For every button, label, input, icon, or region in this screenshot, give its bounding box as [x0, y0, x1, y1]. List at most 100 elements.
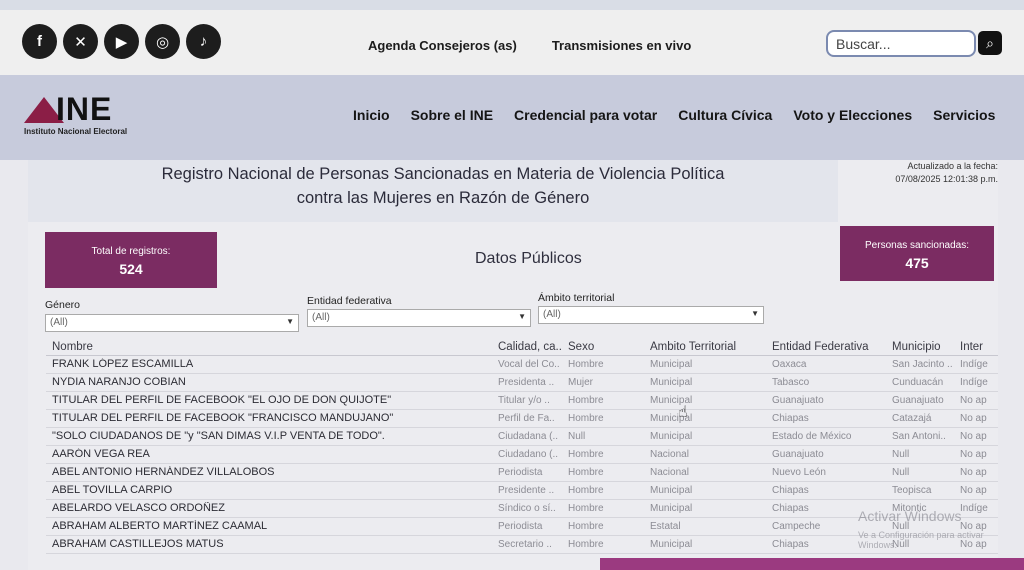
cell-nombre: ABEL TOVILLA CARPIO [52, 484, 173, 496]
cell-sexo: Hombre [568, 395, 604, 406]
ine-logo[interactable]: INE Instituto Nacional Electoral [22, 91, 167, 140]
state-filter-value: (All) [312, 312, 330, 323]
cell-calidad: Periodista [498, 467, 543, 478]
last-updated: Actualizado a la fecha: 07/08/2025 12:01… [858, 160, 998, 186]
cell-inter: No ap [960, 413, 987, 424]
utility-bar: f ✕ ▶ ◎ ♪ Agenda Consejeros (as) Transmision… [0, 0, 1024, 75]
cell-municipio: Teopisca [892, 485, 932, 496]
table-row[interactable]: ABEL ANTONIO HERNÁNDEZ VILLALOBOS Periodi… [46, 464, 998, 482]
logo-subtitle: Instituto Nacional Electoral [24, 127, 128, 136]
cell-municipio: Catazajá [892, 413, 932, 424]
cell-inter: Indíge [960, 503, 988, 514]
title-area: Registro Nacional de Personas Sancionada… [28, 160, 838, 222]
nav-inicio[interactable]: Inicio [353, 107, 390, 123]
cell-calidad: Ciudadana (.. [498, 431, 559, 442]
cell-nombre: "SOLO CIUDADANOS DE "y "SAN DIMAS V.I.P … [52, 430, 385, 442]
cell-ambito: Nacional [650, 467, 689, 478]
state-filter-label: Entidad federativa [307, 295, 392, 307]
col-entidad[interactable]: Entidad Federativa [772, 341, 888, 353]
cell-calidad: Secretario .. [498, 539, 552, 550]
youtube-icon[interactable]: ▶ [104, 24, 139, 59]
col-sexo[interactable]: Sexo [568, 341, 646, 353]
cell-inter: No ap [960, 449, 987, 460]
page-title-line-2: contra las Mujeres en Razón de Género [296, 189, 590, 207]
state-filter-select[interactable]: (All) ▼ [307, 309, 531, 327]
search-input[interactable]: Buscar... [826, 30, 976, 57]
tiktok-icon[interactable]: ♪ [186, 24, 221, 59]
total-records-label: Total de registros: [91, 246, 171, 257]
sanctioned-label: Personas sancionadas: [865, 240, 969, 251]
table-row[interactable]: ABRAHAM CASTILLEJOS MATUS Secretario .. Ho… [46, 536, 998, 554]
nav-voto-elecciones[interactable]: Voto y Elecciones [793, 107, 912, 123]
cell-sexo: Mujer [568, 377, 594, 388]
total-records-card: Total de registros: 524 [45, 232, 217, 288]
col-nombre[interactable]: Nombre [52, 341, 492, 353]
main-navigation: INE Instituto Nacional Electoral Inicio … [0, 75, 1024, 160]
page-title-line-1: Registro Nacional de Personas Sancionada… [161, 165, 725, 183]
cell-entidad: Oaxaca [772, 359, 807, 370]
table-row[interactable]: ABEL TOVILLA CARPIO Presidente .. Hombre Mu… [46, 482, 998, 500]
table-row[interactable]: ABELARDO VELASCO ORDOÑEZ Síndico o sí.. Ho… [46, 500, 998, 518]
records-table: Nombre Calidad, ca.. Sexo Ámbito Territo… [46, 335, 998, 554]
cell-inter: Indíge [960, 377, 988, 388]
cell-entidad: Nuevo León [772, 467, 826, 478]
table-row[interactable]: FRANK LÓPEZ ESCAMILLA Vocal del Co.. Hombr… [46, 356, 998, 374]
hand-cursor-icon: ☝ [678, 404, 688, 421]
cell-inter: No ap [960, 467, 987, 478]
cell-nombre: TITULAR DEL PERFIL DE FACEBOOK "FRANCISC… [52, 412, 394, 424]
bottom-band [600, 558, 1024, 570]
cell-nombre: ABRAHAM CASTILLEJOS MATUS [52, 538, 224, 550]
cell-calidad: Ciudadano (.. [498, 449, 559, 460]
cell-calidad: Síndico o sí.. [498, 503, 556, 514]
cell-calidad: Presidenta .. [498, 377, 555, 388]
cell-calidad: Presidente .. [498, 485, 555, 496]
search-icon[interactable]: ⌕ [978, 31, 1002, 55]
table-row[interactable]: AARÓN VEGA REA Ciudadano (.. Hombre Naciona… [46, 446, 998, 464]
agenda-link[interactable]: Agenda Consejeros (as) [368, 38, 517, 53]
scope-filter-select[interactable]: (All) ▼ [538, 306, 764, 324]
col-calidad[interactable]: Calidad, ca.. [498, 341, 564, 353]
sanctioned-value: 475 [905, 255, 929, 271]
cell-calidad: Vocal del Co.. [498, 359, 560, 370]
instagram-icon[interactable]: ◎ [145, 24, 180, 59]
table-body: FRANK LÓPEZ ESCAMILLA Vocal del Co.. Hombr… [46, 356, 998, 554]
cell-sexo: Hombre [568, 521, 604, 532]
col-ambito[interactable]: Ámbito Territorial [650, 341, 768, 353]
cell-ambito: Nacional [650, 449, 689, 460]
gender-filter-value: (All) [50, 317, 68, 328]
cell-nombre: ABEL ANTONIO HERNÁNDEZ VILLALOBOS [52, 466, 275, 478]
facebook-icon[interactable]: f [22, 24, 57, 59]
col-municipio[interactable]: Municipio [892, 341, 954, 353]
nav-cultura-civica[interactable]: Cultura Cívica [678, 107, 772, 123]
cell-inter: No ap [960, 431, 987, 442]
cell-entidad: Chiapas [772, 485, 809, 496]
transmisiones-link[interactable]: Transmisiones en vivo [552, 38, 691, 53]
table-row[interactable]: TITULAR DEL PERFIL DE FACEBOOK "EL OJO D… [46, 392, 998, 410]
nav-servicios[interactable]: Servicios [933, 107, 995, 123]
table-row[interactable]: ABRAHAM ALBERTO MARTÍNEZ CAAMAL Periodist… [46, 518, 998, 536]
browser-strip [0, 0, 1024, 10]
cell-inter: Indíge [960, 359, 988, 370]
dashboard: Registro Nacional de Personas Sancionada… [28, 160, 998, 570]
cell-ambito: Municipal [650, 503, 693, 514]
cell-ambito: Municipal [650, 359, 693, 370]
table-row[interactable]: NYDIA NARANJO COBIAN Presidenta .. Mujer Mu… [46, 374, 998, 392]
cell-sexo: Hombre [568, 467, 604, 478]
nav-sobre-el-ine[interactable]: Sobre el INE [411, 107, 493, 123]
col-inter[interactable]: Inter [960, 341, 990, 353]
cell-calidad: Titular y/o .. [498, 395, 550, 406]
cell-ambito: Municipal [650, 413, 693, 424]
table-row[interactable]: TITULAR DEL PERFIL DE FACEBOOK "FRANCISC… [46, 410, 998, 428]
nav-links: Inicio Sobre el INE Credencial para vota… [353, 107, 995, 123]
cell-ambito: Municipal [650, 377, 693, 388]
nav-credencial[interactable]: Credencial para votar [514, 107, 657, 123]
logo-word: INE [56, 91, 113, 127]
gender-filter-select[interactable]: (All) ▼ [45, 314, 299, 332]
table-row[interactable]: "SOLO CIUDADANOS DE "y "SAN DIMAS V.I.P … [46, 428, 998, 446]
x-icon[interactable]: ✕ [63, 24, 98, 59]
cell-sexo: Hombre [568, 413, 604, 424]
windows-watermark-sub: Ve a Configuración para activar Windows. [858, 530, 984, 550]
cell-sexo: Null [568, 431, 586, 442]
cell-sexo: Hombre [568, 485, 604, 496]
cell-entidad: Tabasco [772, 377, 810, 388]
